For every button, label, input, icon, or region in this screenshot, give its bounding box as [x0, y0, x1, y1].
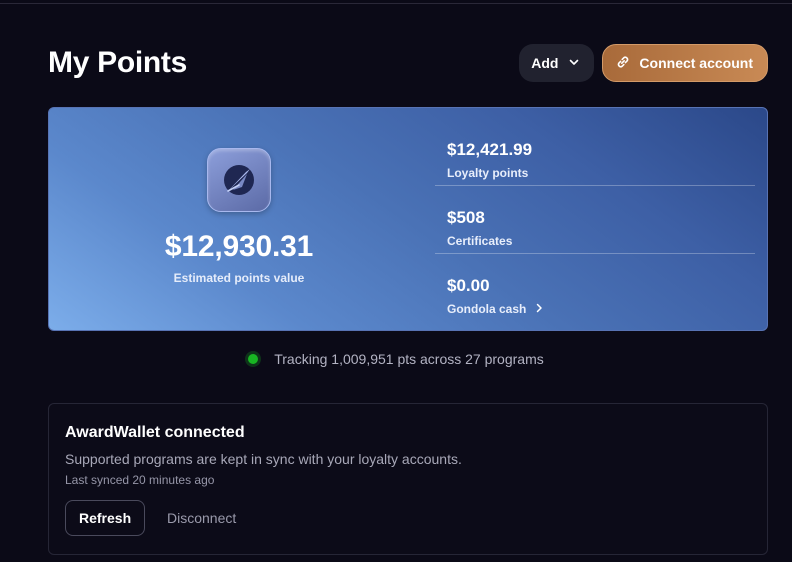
- last-synced-text: Last synced 20 minutes ago: [65, 473, 215, 487]
- tracking-text: Tracking 1,009,951 pts across 27 program…: [274, 351, 544, 367]
- stat-certificates: $508 Certificates: [435, 186, 755, 254]
- connect-account-label: Connect account: [639, 55, 753, 71]
- refresh-button[interactable]: Refresh: [65, 500, 146, 536]
- points-breakdown: $12,421.99 Loyalty points $508 Certifica…: [435, 108, 755, 330]
- header-actions: Add Connect account: [519, 44, 768, 82]
- gondola-cash-value: $0.00: [447, 276, 490, 295]
- tracking-status: Tracking 1,009,951 pts across 27 program…: [0, 348, 792, 370]
- gondola-logo-icon: [207, 148, 271, 212]
- awardwallet-description: Supported programs are kept in sync with…: [65, 451, 462, 467]
- chevron-right-icon: [534, 302, 544, 316]
- gondola-cash-link[interactable]: Gondola cash: [447, 302, 544, 316]
- link-icon: [615, 54, 631, 73]
- stat-gondola-cash[interactable]: $0.00 Gondola cash: [435, 254, 755, 322]
- total-value-pane: $12,930.31 Estimated points value: [49, 108, 429, 330]
- add-button[interactable]: Add: [519, 44, 595, 82]
- awardwallet-card: AwardWallet connected Supported programs…: [48, 403, 768, 555]
- loyalty-points-label: Loyalty points: [447, 166, 528, 180]
- awardwallet-title: AwardWallet connected: [65, 424, 245, 441]
- certificates-label: Certificates: [447, 234, 512, 248]
- page-header: My Points Add Connect account: [48, 42, 768, 84]
- connect-account-button[interactable]: Connect account: [602, 44, 768, 82]
- loyalty-points-value: $12,421.99: [447, 140, 533, 159]
- points-summary-card: $12,930.31 Estimated points value $12,42…: [48, 107, 768, 331]
- add-button-label: Add: [531, 55, 559, 71]
- page-title: My Points: [48, 46, 187, 79]
- estimated-total-value: $12,930.31: [164, 230, 314, 263]
- loyalty-points-label-text: Loyalty points: [447, 166, 529, 180]
- chevron-down-icon: [568, 55, 580, 71]
- gondola-cash-label-text: Gondola cash: [447, 302, 527, 316]
- status-dot-icon: [248, 354, 259, 364]
- certificates-label-text: Certificates: [447, 234, 513, 248]
- disconnect-button[interactable]: Disconnect: [157, 500, 246, 536]
- estimated-total-label: Estimated points value: [173, 271, 305, 285]
- certificates-value: $508: [447, 208, 485, 227]
- stat-loyalty-points: $12,421.99 Loyalty points: [435, 118, 755, 186]
- top-border: [0, 0, 792, 4]
